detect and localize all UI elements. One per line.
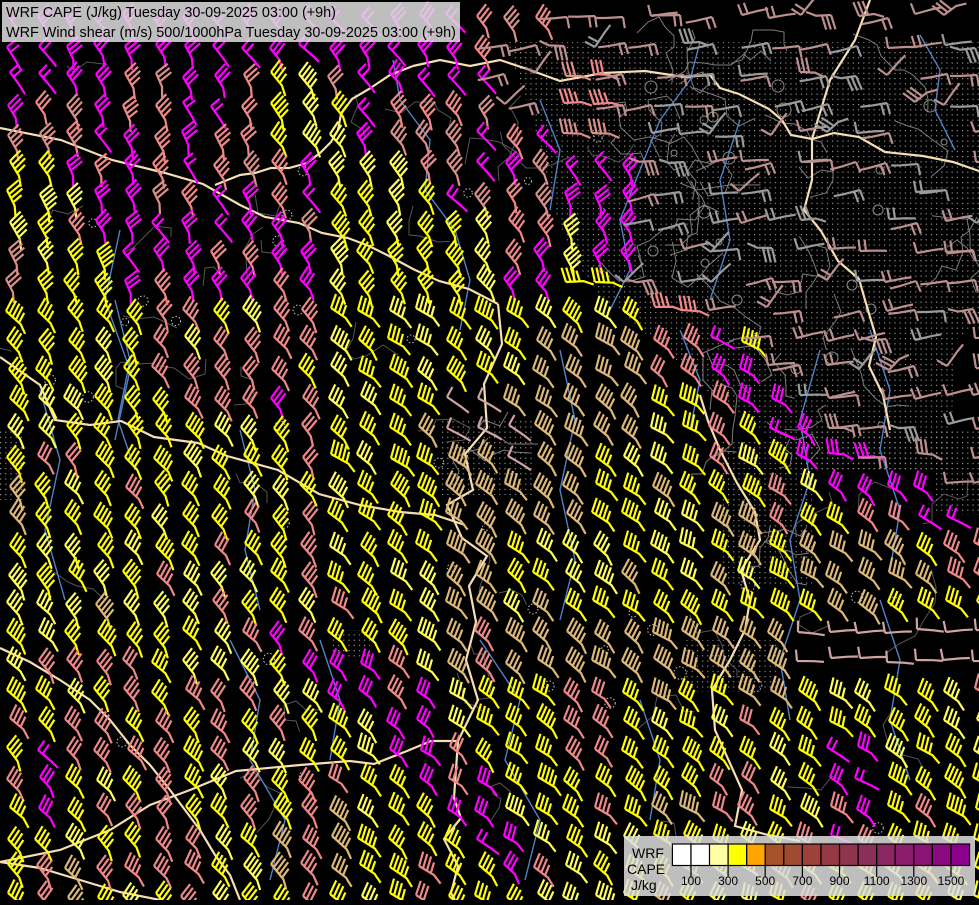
- svg-text:WRF Wind shear (m/s) 500/1000h: WRF Wind shear (m/s) 500/1000hPa Tuesday…: [6, 25, 456, 41]
- svg-text:300: 300: [718, 874, 738, 888]
- svg-text:900: 900: [829, 874, 849, 888]
- svg-text:1500: 1500: [938, 874, 965, 888]
- svg-text:WRF CAPE (J/kg) Tuesday 30-09-: WRF CAPE (J/kg) Tuesday 30-09-2025 03:00…: [6, 5, 336, 21]
- svg-text:WRF: WRF: [632, 845, 664, 861]
- svg-text:CAPE: CAPE: [627, 861, 665, 877]
- svg-text:700: 700: [792, 874, 812, 888]
- svg-text:1100: 1100: [864, 874, 890, 888]
- svg-text:100: 100: [681, 874, 701, 888]
- svg-text:500: 500: [755, 874, 775, 888]
- svg-text:J/kg: J/kg: [631, 877, 657, 893]
- svg-text:1300: 1300: [900, 874, 927, 888]
